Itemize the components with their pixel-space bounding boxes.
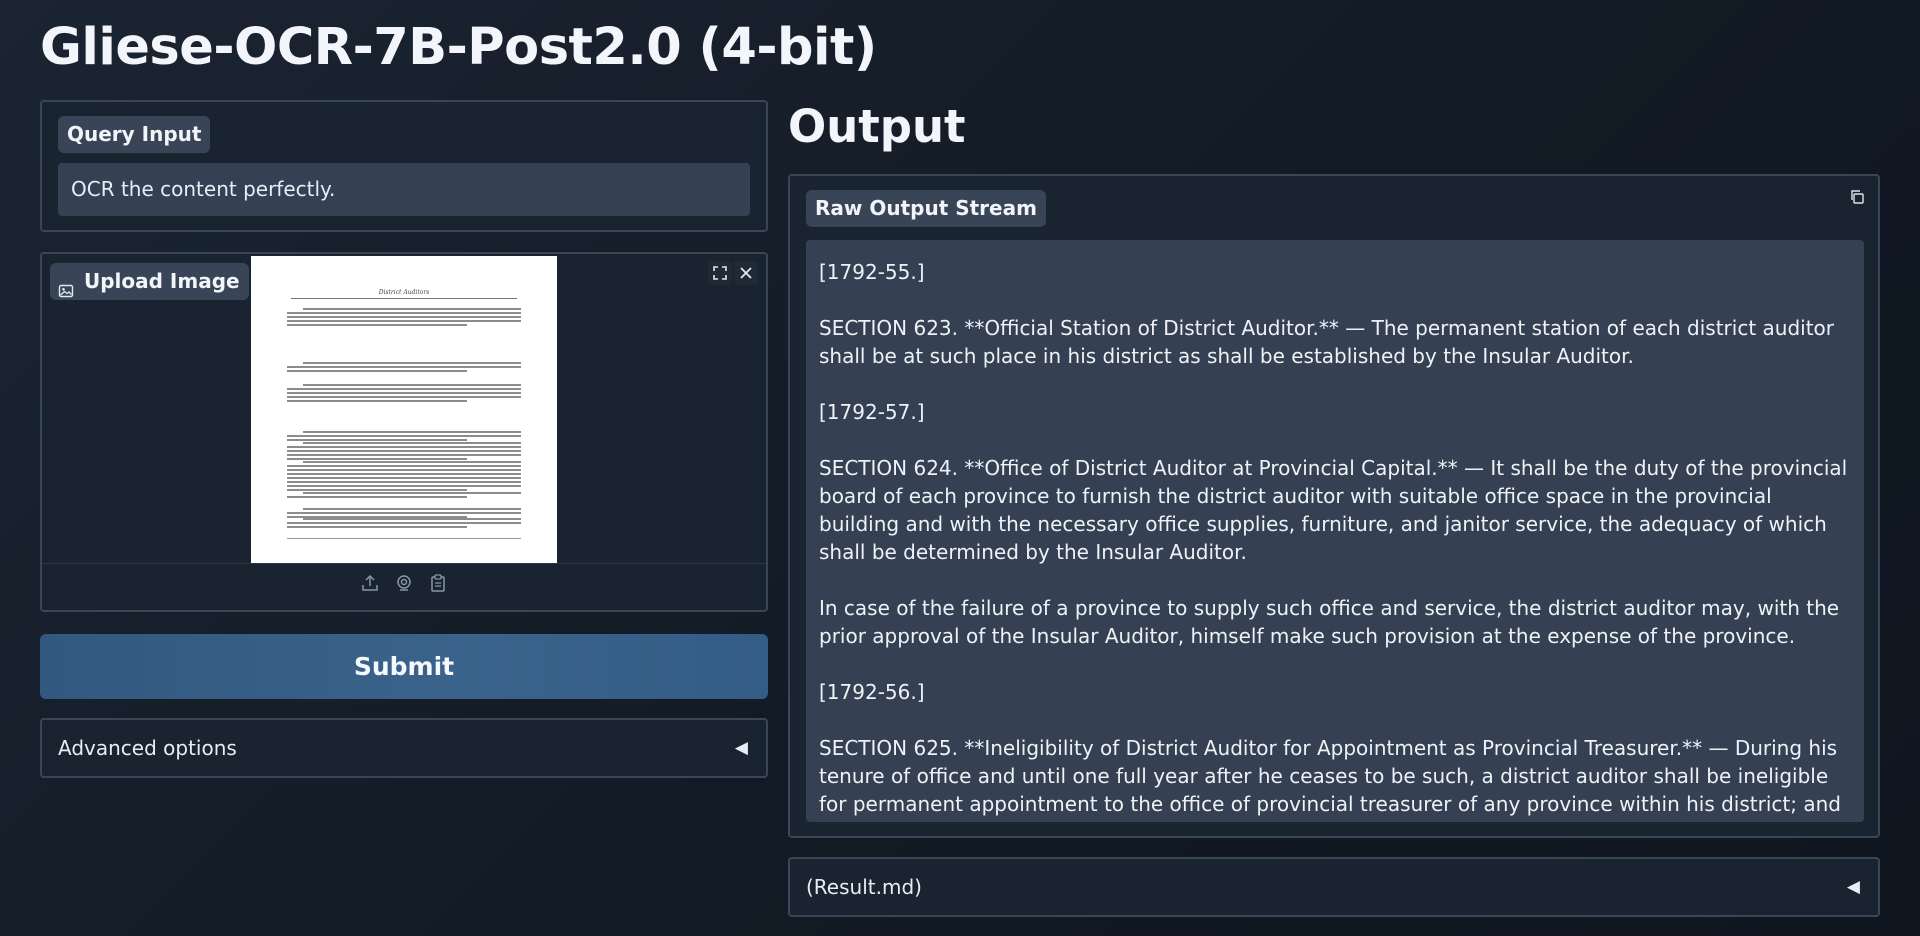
preview-text-line (303, 518, 521, 520)
preview-text-line (287, 446, 521, 448)
preview-text-line (287, 400, 467, 402)
preview-text-line (287, 496, 467, 498)
preview-text-line (287, 465, 521, 467)
preview-text-line (303, 308, 521, 310)
preview-text-line (287, 366, 521, 368)
preview-text-line (287, 388, 521, 390)
preview-text-line (303, 469, 521, 471)
preview-text-line (303, 442, 521, 444)
output-paragraph: SECTION 625. **Ineligibility of District… (819, 736, 1841, 822)
preview-text-line (287, 370, 467, 372)
preview-text-line (287, 485, 521, 487)
output-paragraph: [1792-57.] (819, 400, 925, 424)
result-md-label: (Result.md) (806, 875, 922, 899)
query-panel: Query Input (40, 100, 768, 232)
preview-text-line (303, 384, 521, 386)
preview-text-line (287, 316, 521, 318)
app-title: Gliese-OCR-7B-Post2.0 (4-bit) (40, 18, 877, 77)
output-panel: Raw Output Stream [1792-55.] SECTION 623… (788, 174, 1880, 838)
uploaded-image-preview: District Auditors (251, 256, 557, 563)
preview-text-line (287, 396, 521, 398)
preview-text-line (287, 435, 521, 437)
output-heading: Output (788, 100, 966, 153)
fullscreen-icon[interactable] (708, 261, 732, 285)
preview-text-line (287, 489, 467, 491)
advanced-options-label: Advanced options (58, 736, 237, 760)
raw-output-textbox[interactable]: [1792-55.] SECTION 623. **Official Stati… (806, 240, 1864, 822)
caret-left-icon: ◀ (734, 738, 748, 758)
preview-text-line (287, 458, 467, 460)
clipboard-icon[interactable] (427, 572, 449, 594)
preview-text-line (287, 522, 521, 524)
preview-text-line (287, 324, 467, 326)
output-paragraph: [1792-55.] (819, 260, 925, 284)
preview-text-line (287, 454, 521, 456)
preview-text-line (303, 431, 521, 433)
preview-text-line (287, 450, 521, 452)
query-input-label: Query Input (58, 116, 211, 153)
upload-icon[interactable] (359, 572, 381, 594)
query-input[interactable] (58, 163, 750, 216)
advanced-options-accordion[interactable]: Advanced options ◀ (40, 718, 768, 778)
upload-image-text: Upload Image (84, 269, 240, 293)
submit-button[interactable]: Submit (40, 634, 768, 699)
preview-text-line (287, 512, 521, 514)
output-paragraph: [1792-56.] (819, 680, 925, 704)
webcam-icon[interactable] (393, 572, 415, 594)
preview-text-line (287, 473, 521, 475)
preview-text-line (287, 392, 521, 394)
image-icon (58, 274, 74, 297)
upload-image-label: Upload Image (50, 263, 249, 300)
caret-left-icon: ◀ (1846, 877, 1860, 897)
preview-text-line (303, 362, 521, 364)
preview-text-line (287, 481, 521, 483)
output-paragraph: SECTION 623. **Official Station of Distr… (819, 316, 1834, 368)
preview-text-line (303, 461, 521, 463)
copy-icon[interactable] (1846, 186, 1868, 208)
close-icon[interactable] (734, 261, 758, 285)
result-md-accordion[interactable]: (Result.md) ◀ (788, 857, 1880, 917)
preview-text-line (287, 320, 521, 322)
upload-image-panel[interactable]: Upload Image District Auditors (40, 252, 768, 612)
preview-header: District Auditors (378, 289, 430, 296)
raw-output-stream-label: Raw Output Stream (806, 190, 1046, 227)
preview-text-line (287, 477, 521, 479)
output-paragraph: SECTION 624. **Office of District Audito… (819, 456, 1848, 564)
preview-text-line (287, 439, 467, 441)
preview-text-line (303, 508, 521, 510)
preview-text-line (287, 526, 467, 528)
output-paragraph: In case of the failure of a province to … (819, 596, 1840, 648)
preview-text-line (287, 312, 521, 314)
preview-text-line (303, 492, 521, 494)
